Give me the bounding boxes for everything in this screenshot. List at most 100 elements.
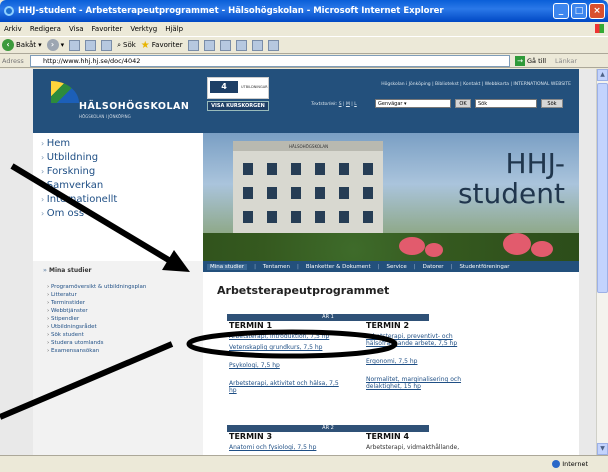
edit-icon[interactable]: [235, 39, 247, 51]
search-icon: ⌕: [117, 40, 122, 49]
sidebar-item-programoversikt[interactable]: Programöversikt & utbildningsplan: [47, 283, 146, 291]
nav-utbildning[interactable]: Utbildning: [41, 151, 203, 165]
tab-studentforeningar[interactable]: Studentföreningar: [459, 264, 509, 270]
go-button[interactable]: → Gå till: [515, 55, 546, 67]
sidebar-item-stipendier[interactable]: Stipendier: [47, 315, 146, 323]
course-link[interactable]: Normalitet, marginalisering och delaktig…: [366, 376, 490, 390]
links-button[interactable]: Länkar: [555, 55, 577, 67]
utbildningar-label: UTBILDNINGAR: [241, 85, 268, 89]
minimize-button[interactable]: _: [553, 3, 569, 19]
search-label: Sök: [123, 41, 136, 49]
hero-title: HHJ-student: [458, 149, 565, 209]
building-sign: HÄLSOHÖGSKOLAN: [289, 144, 329, 149]
tab-tentamen[interactable]: Tentamen: [263, 264, 290, 270]
stop-icon[interactable]: [69, 39, 81, 51]
shortcuts-select[interactable]: Genvägar ▾: [375, 99, 451, 108]
nav-om-oss[interactable]: Om oss: [41, 207, 203, 221]
course-link[interactable]: Anatomi och fysiologi, 7,5 hp: [229, 444, 357, 451]
sidebar-item-webbtjanster[interactable]: Webbtjänster: [47, 307, 146, 315]
year-1-bar: ÅR 1: [227, 314, 429, 321]
page-title: Arbetsterapeutprogrammet: [217, 284, 390, 297]
sidebar-item-examensansokan[interactable]: Examensansökan: [47, 347, 146, 355]
favorites-star-icon: ★: [140, 39, 150, 51]
course-link[interactable]: Ergonomi, 7,5 hp: [366, 358, 498, 365]
main-nav: Hem Utbildning Forskning Samverkan Inter…: [33, 133, 203, 261]
tab-blanketter[interactable]: Blanketter & Dokument: [306, 264, 371, 270]
hero-image: HÄLSOHÖGSKOLAN HHJ-student: [203, 133, 579, 261]
scroll-up-icon[interactable]: ▲: [597, 69, 608, 81]
zone-label: Internet: [562, 460, 588, 468]
folder-icon[interactable]: [251, 39, 263, 51]
hero-title-line2: student: [457, 177, 565, 210]
go-arrow-icon: →: [515, 56, 525, 66]
site-header: HÄLSOHÖGSKOLAN HÖGSKOLAN I JÖNKÖPING 4 U…: [33, 69, 579, 133]
nav-hem[interactable]: Hem: [41, 137, 203, 151]
tab-service[interactable]: Service: [386, 264, 406, 270]
vertical-scrollbar[interactable]: ▲ ▼: [596, 69, 608, 455]
status-bar: Internet: [0, 455, 608, 472]
text-size-l[interactable]: L: [354, 102, 357, 107]
course-link[interactable]: Arbetsterapi, aktivitet och hälsa, 7,5 h…: [229, 380, 347, 394]
scroll-thumb[interactable]: [597, 83, 608, 293]
home-icon[interactable]: [101, 39, 113, 51]
web-page: HÄLSOHÖGSKOLAN HÖGSKOLAN I JÖNKÖPING 4 U…: [0, 69, 596, 455]
mail-icon[interactable]: [203, 39, 215, 51]
course-link[interactable]: Arbetsterapi, preventivt- och hälsofrämj…: [366, 333, 490, 347]
course-link[interactable]: Arbetsterapi, introduktion, 7,5 hp: [229, 333, 357, 340]
menu-hjalp[interactable]: Hjälp: [165, 22, 183, 36]
sidebar-item-terminstider[interactable]: Terminstider: [47, 299, 146, 307]
messenger-icon[interactable]: [267, 39, 279, 51]
windows-flag-icon: [595, 24, 604, 33]
address-label: Adress: [2, 56, 24, 65]
maximize-button[interactable]: □: [571, 3, 587, 19]
nav-internationellt[interactable]: Internationellt: [41, 193, 203, 207]
internet-globe-icon: [552, 460, 561, 468]
sidebar-item-litteratur[interactable]: Litteratur: [47, 291, 146, 299]
term-1-courses: Arbetsterapi, introduktion, 7,5 hp Veten…: [229, 333, 357, 394]
refresh-icon[interactable]: [85, 39, 97, 51]
favorites-button[interactable]: ★ Favoriter: [141, 40, 183, 51]
address-bar: Adress http://www.hhj.hj.se/doc/4042 → Gå…: [0, 54, 608, 68]
browser-window: HHJ-student - Arbetsterapeutprogrammet -…: [0, 0, 608, 472]
term-4-courses: Arbetsterapi, vidmakthållande,: [366, 444, 498, 451]
title-bar: HHJ-student - Arbetsterapeutprogrammet -…: [0, 0, 608, 22]
site-search-input[interactable]: Sök: [475, 99, 537, 108]
menu-arkiv[interactable]: Arkiv: [4, 22, 22, 36]
forward-arrow-icon: ›: [46, 39, 59, 51]
menu-visa[interactable]: Visa: [69, 22, 84, 36]
address-field[interactable]: http://www.hhj.hj.se/doc/4042: [30, 55, 510, 67]
scroll-down-icon[interactable]: ▼: [597, 443, 608, 455]
menu-verktyg[interactable]: Verktyg: [130, 22, 157, 36]
search-button[interactable]: ⌕ Sök: [117, 41, 136, 50]
menu-redigera[interactable]: Redigera: [30, 22, 61, 36]
menu-favoriter[interactable]: Favoriter: [92, 22, 123, 36]
nav-forskning[interactable]: Forskning: [41, 165, 203, 179]
close-button[interactable]: ×: [589, 3, 605, 19]
sidebar-item-studera-utomlands[interactable]: Studera utomlands: [47, 339, 146, 347]
ok-button[interactable]: OK: [455, 99, 471, 108]
top-links[interactable]: Högskolan i Jönköping | Bibliotekst | Ko…: [381, 82, 571, 87]
kurskorg-button[interactable]: VISA KURSKORGEN: [207, 101, 269, 111]
site-search-button[interactable]: Sök: [541, 99, 563, 108]
back-button[interactable]: ‹ Bakåt ▾: [2, 39, 42, 51]
course-link[interactable]: Vetenskaplig grundkurs, 7,5 hp: [229, 344, 357, 351]
forward-button[interactable]: › ▾: [46, 39, 64, 51]
text-size-s[interactable]: S: [339, 102, 342, 107]
term-4-heading: TERMIN 4: [366, 432, 410, 441]
window-title: HHJ-student - Arbetsterapeutprogrammet -…: [18, 6, 444, 16]
sidebar-item-utbildningsradet[interactable]: Utbildningsrådet: [47, 323, 146, 331]
course-link[interactable]: Psykologi, 7,5 hp: [229, 362, 357, 369]
shortcuts-value: Genvägar: [378, 101, 403, 107]
utbildningar-box[interactable]: 4 UTBILDNINGAR: [207, 77, 269, 99]
back-arrow-icon: ‹: [2, 39, 14, 51]
security-zone: Internet: [552, 460, 588, 468]
history-icon[interactable]: [187, 39, 199, 51]
nav-samverkan[interactable]: Samverkan: [41, 179, 203, 193]
text-size-m[interactable]: M: [346, 102, 350, 107]
site-logo[interactable]: HÄLSOHÖGSKOLAN HÖGSKOLAN I JÖNKÖPING: [33, 69, 203, 133]
text-size-control: Textstorlek: S | M | L: [311, 102, 357, 107]
tab-mina-studier[interactable]: Mina studier: [207, 263, 248, 270]
sidebar-item-sok-student[interactable]: Sök student: [47, 331, 146, 339]
print-icon[interactable]: [219, 39, 231, 51]
tab-datorer[interactable]: Datorer: [423, 264, 444, 270]
